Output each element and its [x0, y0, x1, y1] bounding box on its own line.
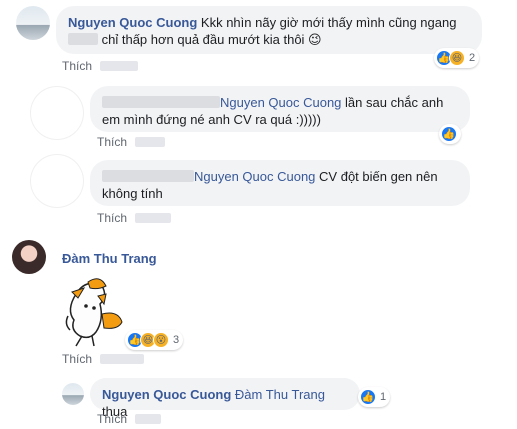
reply-author[interactable]: Nguyen Quoc Cuong — [102, 387, 231, 402]
timestamp — [100, 61, 139, 71]
like-link[interactable]: Thích — [97, 412, 127, 426]
reaction-summary-4[interactable]: 👍 1 — [358, 387, 391, 407]
reaction-summary-2[interactable]: 👍 — [439, 124, 461, 144]
comment-actions-1: Thích — [62, 59, 139, 73]
reply-text-line2: không tính — [102, 186, 163, 201]
redacted-author — [102, 170, 194, 182]
reply-text-line1: CV đột biến gen nên — [319, 169, 438, 184]
reaction-count: 3 — [173, 334, 180, 346]
reply-text-line2: em mình đứng né anh CV ra quá :))))) — [102, 112, 321, 127]
avatar-nguyen-quoc-cuong[interactable] — [62, 383, 84, 405]
like-link[interactable]: Thích — [62, 352, 92, 366]
comment-actions-2: Thích — [62, 352, 145, 366]
timestamp — [135, 137, 166, 147]
mention-tag[interactable]: Đàm Thu Trang — [235, 387, 325, 402]
comment-text-line1: Kkk nhìn nãy giờ mới thấy mình cũng ngan… — [200, 15, 457, 30]
avatar-dam-thu-trang[interactable] — [12, 240, 46, 274]
timestamp — [135, 213, 172, 223]
like-link[interactable]: Thích — [62, 59, 92, 73]
wow-icon: 😮 — [153, 332, 169, 348]
reply-bubble-3: Nguyen Quoc Cuong Đàm Thu Trang thua — [90, 378, 360, 419]
like-icon: 👍 — [360, 389, 376, 405]
avatar-nguyen-quoc-cuong[interactable] — [16, 6, 50, 40]
redacted-author — [102, 96, 220, 108]
comment-author[interactable]: Đàm Thu Trang — [62, 251, 157, 266]
mention-tag[interactable]: Nguyen Quoc Cuong — [194, 169, 315, 184]
reply-bubble-2: Nguyen Quoc Cuong CV đột biến gen nên kh… — [90, 160, 470, 206]
reply-text-line1: lần sau chắc anh — [345, 95, 444, 110]
like-link[interactable]: Thích — [97, 135, 127, 149]
avatar-redacted[interactable] — [30, 154, 84, 208]
timestamp — [100, 354, 145, 364]
avatar-redacted[interactable] — [30, 86, 84, 140]
redacted-mention — [68, 33, 98, 45]
reply-bubble-1: Nguyen Quoc Cuong lần sau chắc anh em mì… — [90, 86, 470, 132]
timestamp — [135, 414, 162, 424]
reaction-summary-3[interactable]: 👍 😆 😮 3 — [125, 330, 184, 350]
author-name[interactable]: Đàm Thu Trang — [62, 251, 157, 266]
reply-actions-3: Thích — [97, 412, 162, 426]
reply-actions-2: Thích — [97, 211, 172, 225]
reaction-count: 1 — [380, 391, 387, 403]
reaction-count: 2 — [469, 52, 476, 64]
sticker[interactable] — [62, 276, 132, 348]
comment-bubble-1: Nguyen Quoc Cuong Kkk nhìn nãy giờ mới t… — [56, 6, 482, 54]
reply-actions-1: Thích — [97, 135, 166, 149]
haha-icon: 😆 — [449, 50, 465, 66]
like-link[interactable]: Thích — [97, 211, 127, 225]
comment-text-line2: chỉ thấp hơn quả đầu mướt kia thôi 😉 — [101, 32, 322, 47]
reaction-summary-1[interactable]: 👍 😆 2 — [434, 48, 480, 68]
mention-tag[interactable]: Nguyen Quoc Cuong — [220, 95, 341, 110]
comment-author[interactable]: Nguyen Quoc Cuong — [68, 15, 197, 30]
like-icon: 👍 — [441, 126, 457, 142]
